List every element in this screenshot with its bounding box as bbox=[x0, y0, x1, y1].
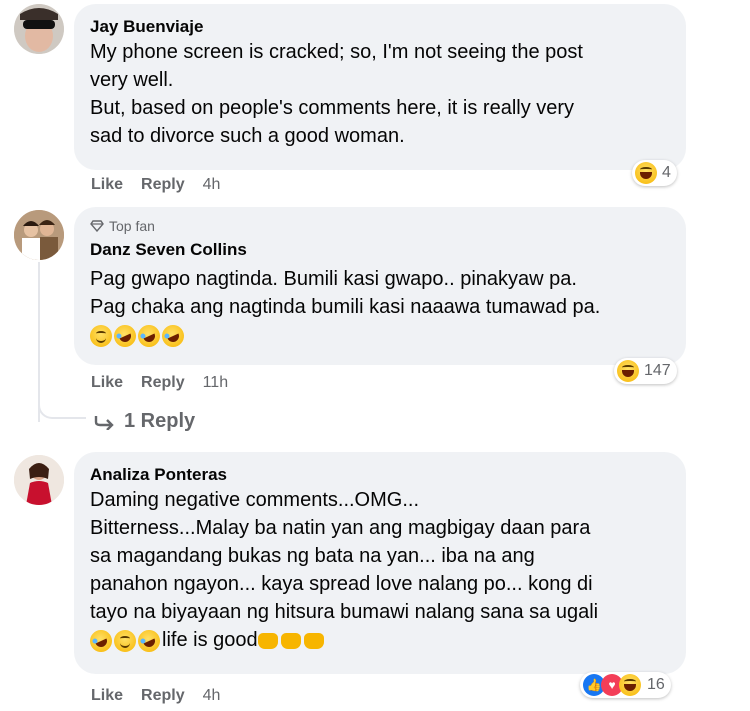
reply-button[interactable]: Reply bbox=[141, 687, 185, 705]
comment-actions: Like Reply 11h bbox=[91, 374, 246, 392]
reaction-summary[interactable]: 👍 ♥ 16 bbox=[580, 672, 671, 698]
avatar[interactable] bbox=[14, 4, 64, 54]
like-button[interactable]: Like bbox=[91, 176, 123, 194]
comment-timestamp[interactable]: 4h bbox=[203, 176, 221, 194]
comment-line: Pag chaka ang nagtinda bumili kasi naaaw… bbox=[90, 296, 601, 318]
top-fan-badge: Top fan bbox=[90, 217, 670, 235]
top-fan-label: Top fan bbox=[109, 218, 155, 234]
comment-timestamp[interactable]: 11h bbox=[203, 374, 229, 392]
rofl-face-icon bbox=[134, 626, 164, 656]
comment-bubble: Top fan Danz Seven Collins Pag gwapo nag… bbox=[74, 207, 686, 365]
reaction-summary[interactable]: 4 bbox=[632, 160, 677, 186]
reaction-count: 4 bbox=[662, 164, 671, 181]
like-button[interactable]: Like bbox=[91, 687, 123, 705]
emoji-row bbox=[90, 321, 670, 351]
rofl-face-icon bbox=[134, 321, 164, 351]
reply-button[interactable]: Reply bbox=[141, 176, 185, 194]
smiling-face-icon bbox=[90, 325, 112, 347]
rofl-face-icon bbox=[158, 321, 188, 351]
reaction-count: 16 bbox=[647, 676, 665, 693]
fist-bump-icon bbox=[303, 632, 324, 649]
comment-line: Daming negative comments...OMG... bbox=[90, 489, 420, 511]
reaction-summary[interactable]: 147 bbox=[614, 358, 677, 384]
like-button[interactable]: Like bbox=[91, 374, 123, 392]
comment-line: sa magandang bukas ng bata na yan... iba… bbox=[90, 545, 535, 567]
comment-timestamp[interactable]: 4h bbox=[203, 687, 221, 705]
comment-line: panahon ngayon... kaya spread love nalan… bbox=[90, 573, 593, 595]
comment-line: sad to divorce such a good woman. bbox=[90, 125, 405, 147]
rofl-face-icon bbox=[110, 321, 140, 351]
comment-line: My phone screen is cracked; so, I'm not … bbox=[90, 41, 583, 63]
comment-author[interactable]: Danz Seven Collins bbox=[90, 239, 670, 261]
comment-author[interactable]: Analiza Ponteras bbox=[90, 464, 670, 486]
fist-bump-icon bbox=[257, 632, 278, 649]
comment-tail-text: life is good bbox=[162, 629, 258, 651]
comment-last-line: life is good bbox=[86, 626, 670, 656]
thread-curve bbox=[38, 395, 86, 419]
haha-reaction-icon bbox=[635, 162, 657, 184]
comment-line: But, based on people's comments here, it… bbox=[90, 97, 575, 119]
comment-line: tayo na biyayaan ng hitsura bumawi nalan… bbox=[90, 601, 599, 623]
haha-reaction-icon bbox=[617, 360, 639, 382]
comment-line: very well. bbox=[90, 69, 174, 91]
reply-arrow-icon bbox=[94, 415, 114, 430]
comment-actions: Like Reply 4h bbox=[91, 687, 238, 705]
view-replies-link[interactable]: 1 Reply bbox=[94, 410, 195, 433]
comment-actions: Like Reply 4h bbox=[91, 176, 238, 194]
fist-bump-icon bbox=[280, 632, 301, 649]
diamond-icon bbox=[90, 220, 104, 232]
haha-reaction-icon bbox=[619, 674, 641, 696]
replies-count-label: 1 Reply bbox=[124, 410, 196, 432]
reply-button[interactable]: Reply bbox=[141, 374, 185, 392]
comment-line: Pag gwapo nagtinda. Bumili kasi gwapo.. … bbox=[90, 268, 577, 290]
avatar[interactable] bbox=[14, 210, 64, 260]
comment-bubble: Jay Buenviaje My phone screen is cracked… bbox=[74, 4, 686, 170]
reaction-count: 147 bbox=[644, 362, 671, 379]
rofl-face-icon bbox=[86, 626, 116, 656]
comment-author[interactable]: Jay Buenviaje bbox=[90, 16, 670, 38]
avatar[interactable] bbox=[14, 455, 64, 505]
smiling-face-icon bbox=[114, 629, 136, 652]
comment-bubble: Analiza Ponteras Daming negative comment… bbox=[74, 452, 686, 674]
comment-line: Bitterness...Malay ba natin yan ang magb… bbox=[90, 517, 591, 539]
